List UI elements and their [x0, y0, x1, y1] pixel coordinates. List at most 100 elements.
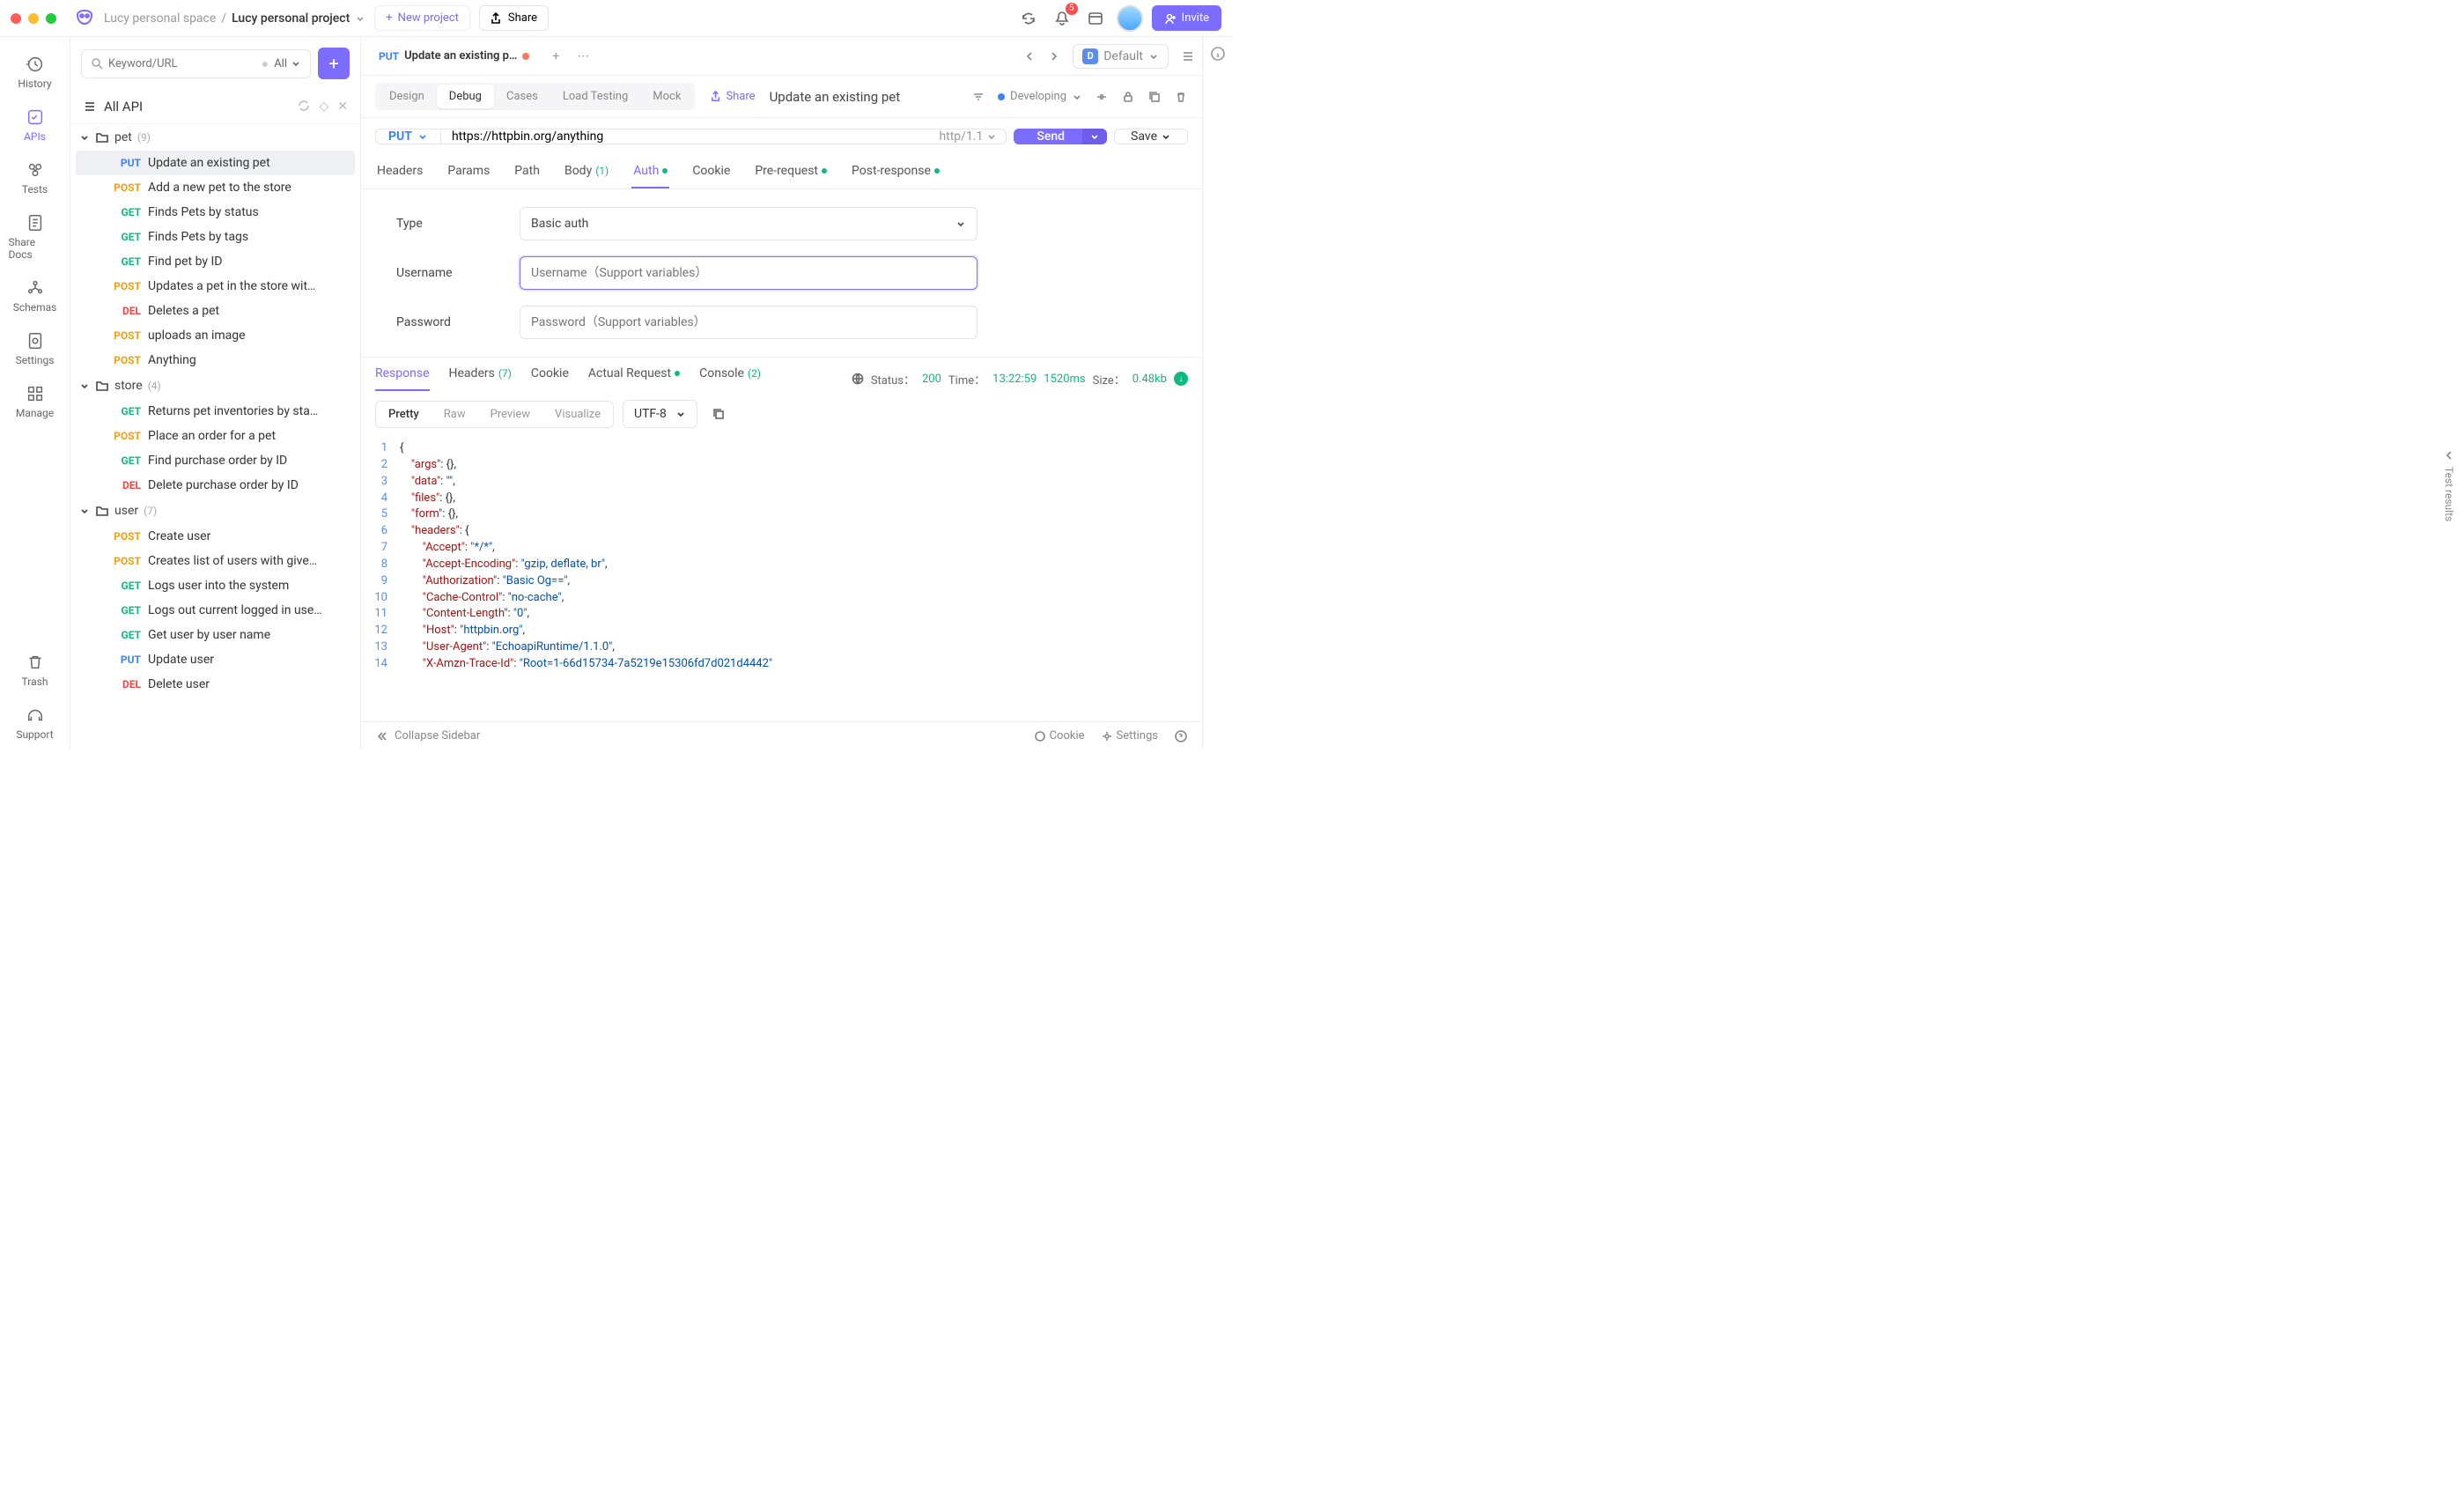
rail-manage[interactable]: Manage — [9, 375, 62, 428]
view-pretty[interactable]: Pretty — [376, 402, 432, 427]
new-project-button[interactable]: + New project — [374, 5, 470, 31]
all-api-row[interactable]: All API ◇ ✕ — [70, 90, 360, 124]
rail-tests[interactable]: Tests — [9, 151, 62, 204]
environment-select[interactable]: D Default — [1073, 44, 1169, 69]
password-input[interactable] — [520, 306, 977, 339]
auth-type-select[interactable]: Basic auth — [520, 207, 977, 240]
notifications-button[interactable]: 5 — [1050, 6, 1074, 31]
resp-tab-cookie[interactable]: Cookie — [531, 366, 569, 391]
tab-auth[interactable]: Auth — [631, 155, 669, 188]
close-icon[interactable]: ✕ — [337, 100, 348, 114]
api-row[interactable]: GETReturns pet inventories by sta… — [70, 399, 360, 424]
save-button[interactable]: Save — [1114, 129, 1188, 144]
invite-button[interactable]: Invite — [1152, 5, 1221, 31]
project-name[interactable]: Lucy personal project — [232, 11, 350, 26]
tab-post-response[interactable]: Post-response — [850, 155, 941, 188]
mode-cases[interactable]: Cases — [494, 85, 550, 108]
api-row[interactable]: POSTuploads an image — [70, 323, 360, 348]
toolbar-icon-1[interactable] — [1095, 90, 1109, 104]
api-row[interactable]: DELDelete purchase order by ID — [70, 473, 360, 498]
rail-trash[interactable]: Trash — [9, 644, 62, 697]
rail-support[interactable]: Support — [9, 697, 62, 750]
share-link[interactable]: Share — [711, 90, 755, 103]
resp-tab-response[interactable]: Response — [375, 366, 430, 391]
close-window[interactable] — [11, 13, 21, 24]
api-row[interactable]: GETFind pet by ID — [70, 249, 360, 274]
api-row[interactable]: GETFinds Pets by status — [70, 200, 360, 225]
workspace-name[interactable]: Lucy personal space — [104, 11, 216, 26]
api-row[interactable]: GETLogs out current logged in use… — [70, 598, 360, 623]
api-row[interactable]: POSTCreate user — [70, 524, 360, 549]
encoding-select[interactable]: UTF-8 — [623, 400, 697, 428]
view-raw[interactable]: Raw — [432, 402, 478, 427]
api-row[interactable]: DELDelete user — [70, 672, 360, 697]
view-preview[interactable]: Preview — [478, 402, 542, 427]
mode-debug[interactable]: Debug — [437, 85, 494, 108]
tab-menu-icon[interactable]: ⋯ — [572, 44, 594, 69]
method-select[interactable]: PUT — [376, 129, 441, 144]
folder-row[interactable]: pet(9) — [70, 124, 360, 151]
url-input[interactable] — [452, 129, 920, 144]
help-icon[interactable] — [1174, 729, 1188, 743]
username-input[interactable] — [520, 256, 977, 290]
send-dropdown[interactable] — [1082, 129, 1107, 144]
collapse-icon[interactable] — [375, 730, 387, 742]
send-button[interactable]: Send — [1014, 129, 1088, 144]
api-row[interactable]: POSTCreates list of users with give… — [70, 549, 360, 573]
share-button[interactable]: Share — [479, 5, 549, 31]
tab-params[interactable]: Params — [446, 155, 491, 188]
next-tab-icon[interactable] — [1048, 50, 1060, 63]
api-row[interactable]: PUTUpdate user — [70, 647, 360, 672]
api-row[interactable]: POSTAdd a new pet to the store — [70, 175, 360, 200]
download-icon[interactable]: ↓ — [1174, 372, 1188, 386]
chevron-down-icon[interactable] — [355, 13, 365, 24]
mode-mock[interactable]: Mock — [640, 85, 693, 108]
protocol-select[interactable]: http/1.1 — [930, 129, 1006, 144]
api-row[interactable]: POSTAnything — [70, 348, 360, 373]
avatar[interactable] — [1117, 5, 1143, 32]
tab-body[interactable]: Body(1) — [563, 155, 610, 188]
add-button[interactable]: + — [318, 48, 350, 79]
info-icon[interactable] — [1210, 46, 1226, 62]
mode-design[interactable]: Design — [377, 85, 437, 108]
rail-apis[interactable]: APIs — [9, 99, 62, 151]
maximize-window[interactable] — [46, 13, 56, 24]
footer-cookie[interactable]: Cookie — [1034, 729, 1085, 742]
prev-tab-icon[interactable] — [1023, 50, 1036, 63]
rail-history[interactable]: History — [9, 46, 62, 99]
folder-row[interactable]: user(7) — [70, 498, 360, 524]
tab-cookie[interactable]: Cookie — [690, 155, 732, 188]
diamond-icon[interactable]: ◇ — [319, 100, 328, 114]
status-pill[interactable]: Developing — [998, 90, 1082, 103]
folder-row[interactable]: store(4) — [70, 373, 360, 399]
api-row[interactable]: PUTUpdate an existing pet — [76, 151, 355, 175]
test-results-rail[interactable]: Test results — [2439, 440, 2459, 530]
add-tab-button[interactable]: + — [547, 44, 564, 69]
tab-path[interactable]: Path — [513, 155, 542, 188]
sort-icon[interactable] — [971, 90, 985, 104]
footer-settings[interactable]: Settings — [1101, 729, 1158, 742]
api-row[interactable]: POSTPlace an order for a pet — [70, 424, 360, 448]
resp-tab-console[interactable]: Console(2) — [699, 366, 761, 391]
collapse-sidebar[interactable]: Collapse Sidebar — [395, 729, 480, 742]
filter-select[interactable]: All — [274, 57, 301, 70]
rail-share-docs[interactable]: Share Docs — [9, 204, 62, 270]
api-row[interactable]: GETGet user by user name — [70, 623, 360, 647]
refresh-icon[interactable] — [298, 100, 310, 112]
search-box[interactable]: ● All — [81, 49, 311, 78]
panel-icon[interactable] — [1083, 6, 1108, 31]
view-visualize[interactable]: Visualize — [542, 402, 613, 427]
api-row[interactable]: GETFinds Pets by tags — [70, 225, 360, 249]
minimize-window[interactable] — [28, 13, 39, 24]
api-row[interactable]: POSTUpdates a pet in the store wit… — [70, 274, 360, 299]
search-input[interactable] — [108, 57, 256, 70]
request-tab[interactable]: PUT Update an existing p… — [368, 42, 540, 70]
api-row[interactable]: GETFind purchase order by ID — [70, 448, 360, 473]
tab-pre-request[interactable]: Pre-request — [753, 155, 829, 188]
resp-tab-actual[interactable]: Actual Request — [588, 366, 680, 391]
copy-response-icon[interactable] — [706, 402, 731, 426]
tab-headers[interactable]: Headers — [375, 155, 424, 188]
rail-schemas[interactable]: Schemas — [9, 270, 62, 322]
rail-settings[interactable]: Settings — [9, 322, 62, 375]
trash-icon[interactable] — [1174, 90, 1188, 104]
